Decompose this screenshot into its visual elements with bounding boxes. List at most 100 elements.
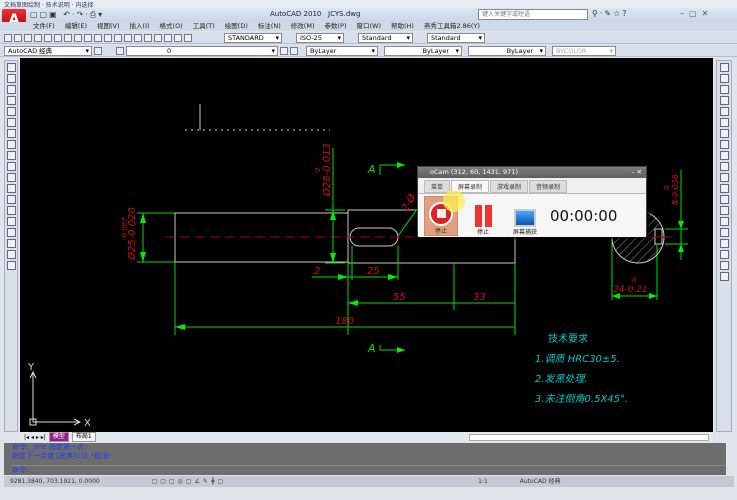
redo-icon[interactable] xyxy=(104,33,112,42)
minimize-icon[interactable]: – xyxy=(680,9,689,18)
point-icon[interactable] xyxy=(6,206,16,215)
cut-icon[interactable] xyxy=(64,33,72,42)
menu-tools[interactable]: 工具(T) xyxy=(193,22,215,31)
line-icon[interactable] xyxy=(6,63,16,72)
quick-access-toolbar[interactable]: ▢▢▣ ↶·↷·⎙▾ xyxy=(30,10,104,20)
make-block-icon[interactable] xyxy=(6,195,16,204)
snap-icon[interactable] xyxy=(719,250,729,259)
help-toolbar[interactable]: ⚲·✎☆? xyxy=(592,9,629,18)
drafting-toggles[interactable]: ▢▢▢◎▢∠✎╋▢ xyxy=(152,478,227,485)
stretch-icon[interactable] xyxy=(719,151,729,160)
save-icon[interactable] xyxy=(24,33,32,42)
workspace-settings-icon[interactable] xyxy=(94,46,102,55)
spline-icon[interactable] xyxy=(6,151,16,160)
copy-object-icon[interactable] xyxy=(719,74,729,83)
paste-icon[interactable] xyxy=(84,33,92,42)
color-select[interactable]: ByLayer xyxy=(306,45,378,56)
osnap-icon[interactable] xyxy=(719,239,729,248)
plot-icon[interactable] xyxy=(34,33,42,42)
dim-icon[interactable] xyxy=(719,261,729,270)
design-center-icon[interactable] xyxy=(164,33,172,42)
ocam-tab-game-record[interactable]: 游戏录制 xyxy=(490,180,529,193)
menu-file[interactable]: 文件(F) xyxy=(33,22,55,31)
table-icon[interactable] xyxy=(6,250,16,259)
revcloud-icon[interactable] xyxy=(6,140,16,149)
erase-icon[interactable] xyxy=(719,63,729,72)
explode-icon[interactable] xyxy=(719,228,729,237)
layer-select[interactable]: 0 xyxy=(126,45,278,56)
undo-icon[interactable] xyxy=(94,33,102,42)
tab-model[interactable]: 模型 xyxy=(48,432,69,442)
menu-modify[interactable]: 修改(M) xyxy=(291,22,315,31)
chamfer-icon[interactable] xyxy=(719,206,729,215)
ocam-titlebar[interactable]: oCam (312, 60, 1431, 971) – ✕ xyxy=(418,167,646,178)
construction-line-icon[interactable] xyxy=(6,74,16,83)
menu-yanxiu[interactable]: 燕秀工具箱2.86(Y) xyxy=(424,22,480,31)
lineweight-select[interactable]: ByLayer xyxy=(468,45,546,56)
help-icon[interactable] xyxy=(184,33,192,42)
pan-icon[interactable] xyxy=(114,33,122,42)
layer-manager-icon[interactable] xyxy=(116,46,124,55)
move-icon[interactable] xyxy=(719,118,729,127)
menu-parameter[interactable]: 参数(P) xyxy=(324,22,346,31)
preview-icon[interactable] xyxy=(44,33,52,42)
mtext-icon[interactable] xyxy=(6,261,16,270)
tab-nav-arrows[interactable]: |◂ ◂ ▸ ▸| xyxy=(24,434,46,441)
scale-icon[interactable] xyxy=(719,140,729,149)
ocam-close-icon[interactable]: – ✕ xyxy=(631,167,642,178)
properties-icon[interactable] xyxy=(154,33,162,42)
extend-icon[interactable] xyxy=(719,173,729,182)
ocam-tab-menu[interactable]: 菜单 xyxy=(424,180,451,193)
break-icon[interactable] xyxy=(719,184,729,193)
menu-dimension[interactable]: 标注(N) xyxy=(258,22,281,31)
table-style-select[interactable]: Standard xyxy=(358,32,413,43)
horizontal-scrollbar[interactable] xyxy=(469,433,709,441)
menu-draw[interactable]: 绘图(D) xyxy=(225,22,248,31)
join-icon[interactable] xyxy=(719,195,729,204)
menu-help[interactable]: 帮助(H) xyxy=(391,22,414,31)
mirror-icon[interactable] xyxy=(719,85,729,94)
window-controls[interactable]: –▢✕ xyxy=(680,9,713,18)
search-input[interactable]: 键入关键字或短语 xyxy=(478,9,588,20)
open-icon[interactable] xyxy=(14,33,22,42)
circle-icon[interactable] xyxy=(6,129,16,138)
copy-icon[interactable] xyxy=(74,33,82,42)
trim-icon[interactable] xyxy=(719,162,729,171)
menu-insert[interactable]: 插入(I) xyxy=(130,22,150,31)
zoom-window-icon[interactable] xyxy=(134,33,142,42)
workspace-select[interactable]: AutoCAD 经典 xyxy=(4,45,92,56)
polyline-icon[interactable] xyxy=(6,85,16,94)
linetype-select[interactable]: ByLayer xyxy=(384,45,462,56)
command-window[interactable]: 命令: _line 指定第一点: 指定下一点或 [放弃(U)]: *取消* 命令… xyxy=(4,443,726,475)
ocam-capture-button[interactable]: 屏幕捕获 xyxy=(508,196,542,236)
command-prompt[interactable]: 命令: xyxy=(12,465,726,475)
ocam-pause-button[interactable]: 停止 xyxy=(466,196,500,236)
menu-format[interactable]: 格式(O) xyxy=(160,22,183,31)
rotate-icon[interactable] xyxy=(719,129,729,138)
insert-block-icon[interactable] xyxy=(6,184,16,193)
menu-edit[interactable]: 编辑(E) xyxy=(65,22,87,31)
drawing-canvas[interactable]: Ø25-0.020 -0.007 Ø28-0.013 0 2 25 55 33 … xyxy=(20,58,713,432)
hatch-icon[interactable] xyxy=(6,217,16,226)
new-icon[interactable] xyxy=(4,33,12,42)
text-style-select[interactable]: STANDARD xyxy=(224,32,282,43)
arc-icon[interactable] xyxy=(6,118,16,127)
annotation-scale[interactable]: 1:1 xyxy=(478,478,488,485)
plotstyle-select[interactable]: BYCOLOR xyxy=(552,45,616,56)
layer-previous-icon[interactable] xyxy=(290,46,298,55)
ocam-tab-audio-record[interactable]: 音频录制 xyxy=(529,180,568,193)
extra-icon[interactable] xyxy=(719,272,729,281)
menu-window[interactable]: 窗口(W) xyxy=(356,22,381,31)
region-icon[interactable] xyxy=(6,239,16,248)
mleader-style-select[interactable]: Standard xyxy=(427,32,485,43)
ellipse-arc-icon[interactable] xyxy=(6,173,16,182)
maximize-icon[interactable]: ▢ xyxy=(689,9,702,18)
tool-palettes-icon[interactable] xyxy=(174,33,182,42)
close-icon[interactable]: ✕ xyxy=(702,9,714,18)
array-icon[interactable] xyxy=(719,107,729,116)
offset-icon[interactable] xyxy=(719,96,729,105)
rectangle-icon[interactable] xyxy=(6,107,16,116)
fillet-icon[interactable] xyxy=(719,217,729,226)
polygon-icon[interactable] xyxy=(6,96,16,105)
publish-icon[interactable] xyxy=(54,33,62,42)
